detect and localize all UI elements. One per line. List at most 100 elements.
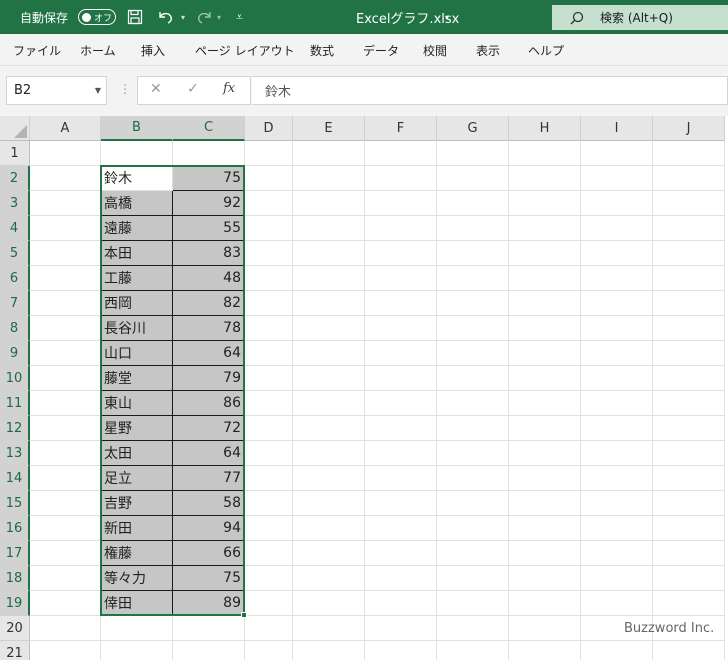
row-header-10[interactable]: 10 xyxy=(0,366,30,391)
cell-i21[interactable] xyxy=(581,641,653,660)
cell-b14[interactable]: 足立 xyxy=(101,466,173,491)
cell-i18[interactable] xyxy=(581,566,653,591)
cell-j2[interactable] xyxy=(653,166,725,191)
row-header-19[interactable]: 19 xyxy=(0,591,30,616)
cell-b17[interactable]: 権藤 xyxy=(101,541,173,566)
cell-a2[interactable] xyxy=(30,166,101,191)
cell-e19[interactable] xyxy=(293,591,365,616)
cell-h21[interactable] xyxy=(509,641,581,660)
cell-d13[interactable] xyxy=(245,441,293,466)
cell-g1[interactable] xyxy=(437,141,509,166)
column-header-d[interactable]: D xyxy=(245,116,293,141)
row-header-20[interactable]: 20 xyxy=(0,616,30,641)
cancel-icon[interactable]: ✕ xyxy=(150,81,162,97)
cell-h4[interactable] xyxy=(509,216,581,241)
cell-c19[interactable]: 89 xyxy=(173,591,245,616)
customize-toolbar-icon[interactable]: ⩡ xyxy=(236,0,243,34)
cell-a1[interactable] xyxy=(30,141,101,166)
row-header-7[interactable]: 7 xyxy=(0,291,30,316)
cell-b2[interactable]: 鈴木 xyxy=(101,166,173,191)
cell-e9[interactable] xyxy=(293,341,365,366)
tab-review[interactable]: 校閲 xyxy=(423,34,447,66)
cell-h12[interactable] xyxy=(509,416,581,441)
cell-g12[interactable] xyxy=(437,416,509,441)
insert-function-icon[interactable]: fx xyxy=(223,81,235,96)
cell-j10[interactable] xyxy=(653,366,725,391)
cell-j14[interactable] xyxy=(653,466,725,491)
fill-handle[interactable] xyxy=(241,612,247,618)
cell-b10[interactable]: 藤堂 xyxy=(101,366,173,391)
cell-b16[interactable]: 新田 xyxy=(101,516,173,541)
cell-h1[interactable] xyxy=(509,141,581,166)
cell-a13[interactable] xyxy=(30,441,101,466)
cell-d19[interactable] xyxy=(245,591,293,616)
cell-a10[interactable] xyxy=(30,366,101,391)
row-header-17[interactable]: 17 xyxy=(0,541,30,566)
cell-j17[interactable] xyxy=(653,541,725,566)
cell-d6[interactable] xyxy=(245,266,293,291)
row-header-5[interactable]: 5 xyxy=(0,241,30,266)
cell-b9[interactable]: 山口 xyxy=(101,341,173,366)
cell-h13[interactable] xyxy=(509,441,581,466)
cell-f4[interactable] xyxy=(365,216,437,241)
cell-c9[interactable]: 64 xyxy=(173,341,245,366)
cell-h6[interactable] xyxy=(509,266,581,291)
cell-f18[interactable] xyxy=(365,566,437,591)
cell-d2[interactable] xyxy=(245,166,293,191)
cell-e17[interactable] xyxy=(293,541,365,566)
cell-a16[interactable] xyxy=(30,516,101,541)
cell-b13[interactable]: 太田 xyxy=(101,441,173,466)
cell-e18[interactable] xyxy=(293,566,365,591)
row-header-13[interactable]: 13 xyxy=(0,441,30,466)
cell-c15[interactable]: 58 xyxy=(173,491,245,516)
cell-b18[interactable]: 等々力 xyxy=(101,566,173,591)
column-header-j[interactable]: J xyxy=(653,116,725,141)
cell-a15[interactable] xyxy=(30,491,101,516)
cell-b8[interactable]: 長谷川 xyxy=(101,316,173,341)
cell-g18[interactable] xyxy=(437,566,509,591)
cell-d5[interactable] xyxy=(245,241,293,266)
column-header-i[interactable]: I xyxy=(581,116,653,141)
cell-f6[interactable] xyxy=(365,266,437,291)
cell-a8[interactable] xyxy=(30,316,101,341)
cell-c21[interactable] xyxy=(173,641,245,660)
redo-icon[interactable] xyxy=(196,0,214,34)
row-header-18[interactable]: 18 xyxy=(0,566,30,591)
row-header-1[interactable]: 1 xyxy=(0,141,30,166)
cell-d14[interactable] xyxy=(245,466,293,491)
cell-j13[interactable] xyxy=(653,441,725,466)
cell-d16[interactable] xyxy=(245,516,293,541)
cell-a9[interactable] xyxy=(30,341,101,366)
cell-d18[interactable] xyxy=(245,566,293,591)
select-all-corner[interactable] xyxy=(0,116,30,141)
cell-j7[interactable] xyxy=(653,291,725,316)
undo-dropdown-icon[interactable]: ▾ xyxy=(181,0,185,34)
tab-home[interactable]: ホーム xyxy=(80,34,116,66)
cell-g4[interactable] xyxy=(437,216,509,241)
cell-h2[interactable] xyxy=(509,166,581,191)
cell-g19[interactable] xyxy=(437,591,509,616)
cell-c12[interactable]: 72 xyxy=(173,416,245,441)
tab-file[interactable]: ファイル xyxy=(13,34,61,66)
cell-d11[interactable] xyxy=(245,391,293,416)
cell-h5[interactable] xyxy=(509,241,581,266)
cell-e4[interactable] xyxy=(293,216,365,241)
cell-h19[interactable] xyxy=(509,591,581,616)
cell-d20[interactable] xyxy=(245,616,293,641)
cell-e11[interactable] xyxy=(293,391,365,416)
cell-c2[interactable]: 75 xyxy=(173,166,245,191)
cell-f2[interactable] xyxy=(365,166,437,191)
cell-a4[interactable] xyxy=(30,216,101,241)
cell-b12[interactable]: 星野 xyxy=(101,416,173,441)
cell-f20[interactable] xyxy=(365,616,437,641)
cell-j4[interactable] xyxy=(653,216,725,241)
title-dropdown-icon[interactable]: ▾ xyxy=(445,0,449,34)
cell-j5[interactable] xyxy=(653,241,725,266)
cell-g2[interactable] xyxy=(437,166,509,191)
row-header-9[interactable]: 9 xyxy=(0,341,30,366)
cell-j21[interactable] xyxy=(653,641,725,660)
cell-d4[interactable] xyxy=(245,216,293,241)
tab-formulas[interactable]: 数式 xyxy=(310,34,334,66)
cell-h17[interactable] xyxy=(509,541,581,566)
row-header-6[interactable]: 6 xyxy=(0,266,30,291)
